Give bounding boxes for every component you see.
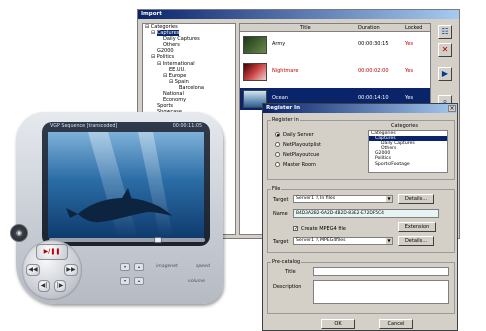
target-select[interactable]: Server1 :\ In files ▼ bbox=[293, 195, 393, 203]
chevron-down-icon: ▼ bbox=[386, 196, 392, 202]
row-title: Ocean bbox=[272, 95, 288, 101]
ok-button[interactable]: OK bbox=[321, 319, 355, 329]
target-label: Target bbox=[273, 197, 289, 203]
extension-button[interactable]: Extension bbox=[398, 222, 436, 232]
radio-label: Master Room bbox=[283, 162, 316, 168]
categories-label: Categories bbox=[391, 123, 418, 129]
step-back-button[interactable]: ◀| bbox=[38, 280, 50, 292]
description-label: Description bbox=[273, 284, 302, 290]
cat-item[interactable]: Sports/Footage bbox=[369, 162, 447, 167]
row-locked: Yes bbox=[405, 41, 414, 47]
table-row[interactable]: Army 00:00:30:15 Yes bbox=[240, 34, 430, 56]
dialog-title: Register In bbox=[263, 104, 457, 113]
name-field[interactable]: B4D3A2B2-6A2D-4B2D-83E2-E72DF5C4 bbox=[293, 209, 439, 218]
register-in-label: Register in bbox=[271, 117, 300, 123]
transport-control-ring: ▶/❚❚ ◀◀ ▶▶ ◀| |▶ bbox=[22, 240, 82, 300]
col-duration[interactable]: Duration bbox=[358, 24, 380, 32]
speed-up-button[interactable]: ▴ bbox=[134, 263, 144, 271]
chevron-down-icon: ▼ bbox=[386, 238, 392, 244]
target2-select[interactable]: Server1 :\ MPEG4files ▼ bbox=[293, 237, 393, 245]
properties-icon[interactable]: ☷ bbox=[438, 25, 452, 39]
details2-button[interactable]: Details... bbox=[398, 236, 434, 246]
camera-icon[interactable]: ◉ bbox=[10, 224, 28, 242]
register-in-dialog: Register In × Register in Categories Dai… bbox=[262, 103, 458, 331]
brand-logo: imagenet bbox=[156, 264, 178, 269]
radio-label: NetPlayoutcue bbox=[283, 152, 320, 158]
cancel-button[interactable]: Cancel bbox=[379, 319, 413, 329]
row-duration: 00:00:14:10 bbox=[358, 95, 389, 101]
pre-catalog-label: Pre-catalog bbox=[271, 259, 302, 265]
create-mpeg-checkbox[interactable]: ✓ bbox=[293, 226, 298, 232]
register-category-tree[interactable]: Categories Captures Daily Captures Other… bbox=[368, 130, 448, 173]
description-field[interactable] bbox=[313, 280, 449, 304]
screen-frame: VGP Sequence [transcoded] 00:00:11:05 bbox=[42, 122, 210, 246]
dolphin-video-frame bbox=[66, 132, 173, 238]
video-screen[interactable] bbox=[48, 132, 204, 238]
delete-icon[interactable]: ✕ bbox=[438, 43, 452, 57]
seek-slider-knob[interactable] bbox=[154, 237, 163, 243]
row-locked: Yes bbox=[405, 68, 414, 74]
title-field[interactable] bbox=[313, 267, 449, 276]
radio-netplayoutplist[interactable] bbox=[275, 142, 280, 147]
screen-timecode: 00:00:11:05 bbox=[172, 124, 202, 129]
target-value: Server1 :\ In files bbox=[296, 196, 336, 201]
details-button[interactable]: Details... bbox=[398, 194, 434, 204]
clip-thumbnail bbox=[243, 36, 267, 54]
screen-title: VGP Sequence [transcoded] bbox=[50, 124, 118, 129]
video-player: VGP Sequence [transcoded] 00:00:11:05 ◉ … bbox=[10, 112, 223, 304]
row-title: Nightmare bbox=[272, 68, 299, 74]
name-label: Name bbox=[273, 211, 288, 217]
table-header: Title Duration Locked bbox=[240, 24, 430, 32]
radio-netplayoutcue[interactable] bbox=[275, 152, 280, 157]
col-locked[interactable]: Locked bbox=[405, 24, 422, 32]
rewind-button[interactable]: ◀◀ bbox=[26, 264, 40, 276]
volume-down-button[interactable]: ▾ bbox=[120, 277, 130, 285]
table-row[interactable]: Nightmare 00:00:02:00 Yes bbox=[240, 61, 430, 83]
col-title[interactable]: Title bbox=[300, 24, 311, 32]
volume-up-button[interactable]: ▴ bbox=[134, 277, 144, 285]
play-pause-button[interactable]: ▶/❚❚ bbox=[36, 244, 68, 260]
fast-forward-button[interactable]: ▶▶ bbox=[64, 264, 78, 276]
row-locked: Yes bbox=[405, 95, 414, 101]
row-duration: 00:00:02:00 bbox=[358, 68, 389, 74]
desktop: Import ⊟ Categories ⊟ Captures Daily Cap… bbox=[0, 0, 486, 331]
volume-label: volume bbox=[188, 279, 206, 284]
import-window-title: Import bbox=[138, 10, 459, 19]
file-group-label: File bbox=[271, 186, 282, 192]
radio-master-room[interactable] bbox=[275, 162, 280, 167]
seek-slider[interactable] bbox=[49, 237, 205, 243]
target2-value: Server1 :\ MPEG4files bbox=[296, 238, 346, 243]
row-title: Army bbox=[272, 41, 286, 47]
step-forward-button[interactable]: |▶ bbox=[54, 280, 66, 292]
play-icon[interactable]: ▶ bbox=[438, 67, 452, 81]
speed-label: speed bbox=[196, 264, 210, 269]
row-duration: 00:00:30:15 bbox=[358, 41, 389, 47]
radio-label: Daily Server bbox=[283, 132, 314, 138]
title-label: Title bbox=[285, 269, 296, 275]
close-icon[interactable]: × bbox=[448, 105, 456, 112]
create-mpeg-label: Create MPEG4 file bbox=[301, 226, 346, 232]
speed-down-button[interactable]: ▾ bbox=[120, 263, 130, 271]
target2-label: Target bbox=[273, 239, 289, 245]
radio-label: NetPlayoutplist bbox=[283, 142, 321, 148]
clip-thumbnail bbox=[243, 63, 267, 81]
radio-daily-server[interactable] bbox=[275, 132, 280, 137]
